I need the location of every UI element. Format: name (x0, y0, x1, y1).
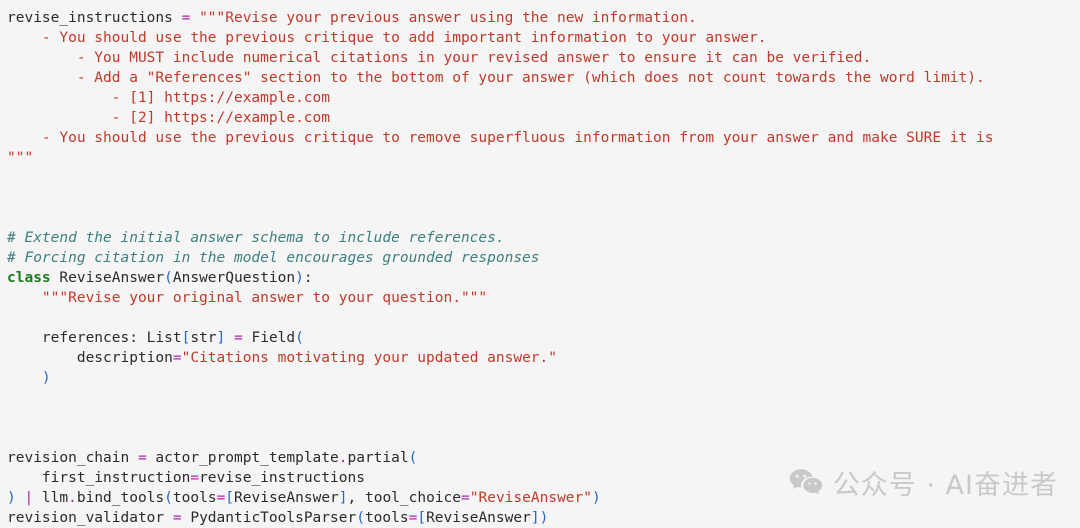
code-token: "ReviseAnswer" (469, 490, 592, 506)
code-line: - [2] https://example.com (7, 108, 1080, 128)
code-token: : (303, 270, 313, 286)
code-token: = (190, 470, 200, 486)
code-token: ] (338, 490, 348, 506)
code-token: tools (172, 490, 217, 506)
code-token: ( (408, 450, 418, 466)
code-token: ( (356, 510, 365, 526)
code-token: - Add a "References" section to the bott… (7, 70, 985, 86)
code-token: - You should use the previous critique t… (7, 130, 994, 146)
code-token: Field (242, 330, 296, 346)
code-token: """Revise your original answer to your q… (41, 290, 488, 306)
code-line: references: List[str] = Field( (7, 328, 1080, 348)
code-line: description="Citations motivating your u… (7, 348, 1080, 368)
code-token: = (172, 350, 182, 366)
code-token: revise_instructions (199, 470, 365, 486)
code-line: revise_instructions = """Revise your pre… (7, 8, 1080, 28)
code-token: ) (41, 370, 51, 386)
code-token: ) (591, 490, 601, 506)
code-token: ) (7, 490, 16, 506)
code-token: description (7, 350, 173, 366)
code-token: [ (225, 490, 235, 506)
code-line: ) (7, 368, 1080, 388)
code-token: AnswerQuestion (172, 270, 296, 286)
code-token: # Extend the initial answer schema to in… (7, 230, 505, 246)
code-token: = (172, 510, 182, 526)
code-token: partial (347, 450, 409, 466)
code-token: = (461, 490, 470, 506)
code-token: = (137, 450, 147, 466)
code-token: ( (164, 270, 173, 286)
code-token: - [1] https://example.com (7, 90, 331, 106)
code-token: """ (7, 150, 34, 166)
code-token: ] (530, 510, 540, 526)
code-token: - [2] https://example.com (7, 110, 331, 126)
code-token: references: List (7, 330, 182, 346)
code-token: = (234, 330, 243, 346)
code-token: """Revise your previous answer using the… (199, 10, 697, 26)
code-token: ReviseAnswer (50, 270, 165, 286)
code-editor-content[interactable]: revise_instructions = """Revise your pre… (0, 0, 1080, 528)
code-token: , tool_choice (347, 490, 462, 506)
code-token: llm (33, 490, 69, 506)
code-token: ( (295, 330, 304, 346)
code-token: | (24, 490, 34, 506)
code-token: PydanticToolsParser (181, 510, 357, 526)
code-token: revision_chain (7, 450, 138, 466)
code-token: ReviseAnswer (426, 510, 531, 526)
code-token: ReviseAnswer (234, 490, 339, 506)
code-line: first_instruction=revise_instructions (7, 468, 1080, 488)
code-line: class ReviseAnswer(AnswerQuestion): (7, 268, 1080, 288)
code-token: bind_tools (76, 490, 165, 506)
code-token: # Forcing citation in the model encourag… (7, 250, 540, 266)
code-token: . (68, 490, 77, 506)
code-line: - Add a "References" section to the bott… (7, 68, 1080, 88)
code-line: ) | llm.bind_tools(tools=[ReviseAnswer],… (7, 488, 1080, 508)
code-token: ) (539, 510, 549, 526)
code-line: """ (7, 148, 1080, 168)
code-token: = (216, 490, 226, 506)
code-token: revision_validator (7, 510, 173, 526)
code-token: - You should use the previous critique t… (7, 30, 767, 46)
code-token: ( (164, 490, 173, 506)
code-token: tools (364, 510, 409, 526)
code-line: """Revise your original answer to your q… (7, 288, 1080, 308)
code-token: ] (216, 330, 226, 346)
code-line: - You MUST include numerical citations i… (7, 48, 1080, 68)
code-line: - You should use the previous critique t… (7, 128, 1080, 148)
code-line: revision_chain = actor_prompt_template.p… (7, 448, 1080, 468)
code-token: first_instruction (7, 470, 191, 486)
code-screenshot-surface: revise_instructions = """Revise your pre… (0, 0, 1080, 528)
code-line: # Forcing citation in the model encourag… (7, 248, 1080, 268)
code-line: revision_validator = PydanticToolsParser… (7, 508, 1080, 528)
code-token: ) (295, 270, 304, 286)
code-token: revise_instructions (7, 10, 182, 26)
code-token: "Citations motivating your updated answe… (181, 350, 557, 366)
code-token: - You MUST include numerical citations i… (7, 50, 872, 66)
code-token: actor_prompt_template (146, 450, 339, 466)
code-line: - You should use the previous critique t… (7, 28, 1080, 48)
code-token: str (190, 330, 217, 346)
code-line: - [1] https://example.com (7, 88, 1080, 108)
code-token: [ (417, 510, 427, 526)
code-line: # Extend the initial answer schema to in… (7, 228, 1080, 248)
code-token: class (7, 270, 51, 286)
